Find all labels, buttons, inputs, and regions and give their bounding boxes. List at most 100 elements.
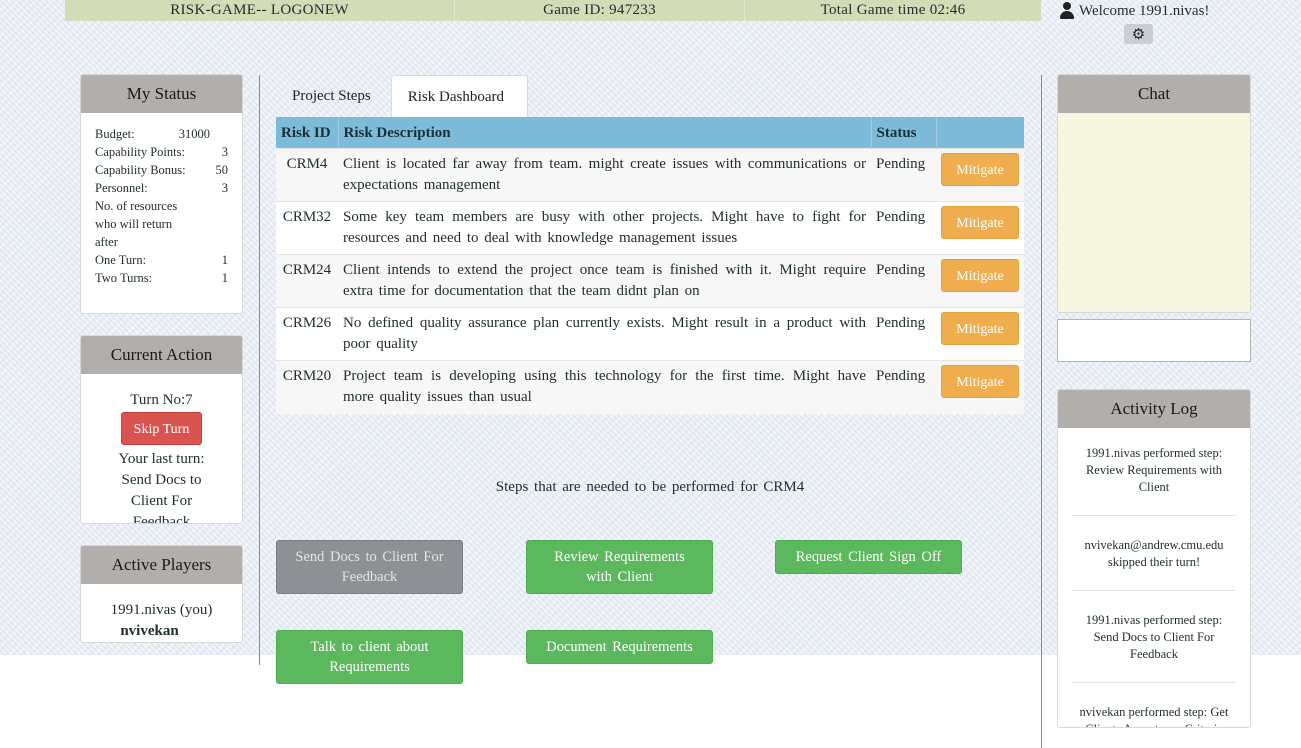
game-time: Total Game time 02:46 (820, 2, 966, 18)
log-item: nvivekan performed step: Get Clients Acc… (1079, 705, 1229, 727)
tab-project-steps[interactable]: Project Steps (276, 75, 387, 118)
table-row: CRM24 Client intends to extend the proje… (276, 254, 1024, 308)
table-row: CRM20 Project team is developing using t… (276, 360, 1024, 414)
turn-number: Turn No:7 (130, 392, 193, 408)
skip-turn-button[interactable]: Skip Turn (120, 412, 203, 445)
left-divider (259, 75, 260, 665)
status-row-two-turns: Two Turns: 1 (95, 269, 228, 287)
risk-status: Pending (871, 148, 936, 202)
note-line: after (95, 235, 118, 249)
active-players-title: Active Players (81, 546, 242, 584)
table-row: CRM26 No defined quality assurance plan … (276, 307, 1024, 361)
risk-id: CRM32 (276, 201, 338, 255)
risk-description: No defined quality assurance plan curren… (338, 307, 871, 361)
risk-action-cell: Mitigate (936, 201, 1024, 255)
chat-title: Chat (1058, 75, 1250, 113)
status-label: Personnel: (95, 181, 148, 195)
chat-input[interactable] (1057, 319, 1251, 362)
steps-title: Steps that are needed to be performed fo… (495, 479, 805, 495)
status-list: Budget: 31000 Capability Points: 3 Capab… (81, 113, 242, 299)
status-row-one-turn: One Turn: 1 (95, 251, 228, 269)
active-players-panel: Active Players 1991.nivas (you) nvivekan (80, 545, 243, 643)
chat-messages (1058, 113, 1250, 312)
risk-id: CRM26 (276, 307, 338, 361)
last-turn-label: Your last turn: (118, 451, 205, 467)
last-turn-value: Send Docs to Client For Feedback (121, 472, 202, 524)
player-item: 1991.nivas (you) (110, 602, 213, 618)
status-value: 1 (221, 271, 228, 285)
risk-description: Some key team members are busy with othe… (338, 201, 871, 255)
step-button-send-docs[interactable]: Send Docs to Client For Feedback (276, 540, 463, 594)
risk-action-cell: Mitigate (936, 360, 1024, 414)
log-item: 1991.nivas performed step: Send Docs to … (1072, 609, 1236, 683)
risk-status: Pending (871, 254, 936, 308)
risk-action-cell: Mitigate (936, 148, 1024, 202)
activity-log-panel: Activity Log 1991.nivas performed step: … (1057, 389, 1251, 728)
current-action-panel: Current Action Turn No:7 Skip Turn Your … (80, 335, 243, 524)
player-item: nvivekan (120, 623, 179, 639)
status-label: Two Turns: (95, 271, 153, 285)
status-value: 50 (215, 163, 229, 177)
players-list: 1991.nivas (you) nvivekan (81, 584, 242, 642)
tab-risk-dashboard[interactable]: Risk Dashboard (390, 75, 528, 118)
table-header-row: Risk ID Risk Description Status (276, 117, 1024, 149)
status-label: Capability Points: (95, 145, 185, 159)
risk-status: Pending (871, 201, 936, 255)
status-value: 3 (221, 181, 228, 195)
risk-id: CRM20 (276, 360, 338, 414)
gear-icon: ⚙ (1131, 26, 1146, 43)
my-status-title: My Status (81, 75, 242, 113)
right-divider (1041, 75, 1042, 748)
status-value: 3 (221, 145, 228, 159)
main-tabs: Project Steps Risk Dashboard (276, 75, 528, 118)
welcome-area: Welcome 1991.nivas! (1059, 2, 1209, 20)
column-header-description: Risk Description (338, 117, 872, 149)
current-action-body: Turn No:7 Skip Turn Your last turn: Send… (81, 374, 242, 524)
column-header-action (936, 117, 1024, 149)
status-label: Capability Bonus: (95, 163, 186, 177)
status-row-personnel: Personnel: 3 (95, 179, 228, 197)
risk-status: Pending (871, 360, 936, 414)
step-button-document-requirements[interactable]: Document Requirements (526, 630, 713, 664)
log-item: 1991.nivas performed step: Review Requir… (1072, 442, 1236, 516)
settings-button[interactable]: ⚙ (1124, 24, 1153, 44)
column-header-status: Status (871, 117, 937, 149)
risk-description: Project team is developing using this te… (338, 360, 871, 414)
my-status-panel: My Status Budget: 31000 Capability Point… (80, 74, 243, 314)
risk-action-cell: Mitigate (936, 254, 1024, 308)
step-button-request-sign-off[interactable]: Request Client Sign Off (775, 540, 962, 574)
note-line: No. of resources (95, 199, 178, 213)
mitigate-button[interactable]: Mitigate (941, 312, 1019, 345)
risk-status: Pending (871, 307, 936, 361)
resources-return-note: No. of resources who will return after (95, 197, 228, 251)
column-header-risk-id: Risk ID (276, 117, 339, 149)
header-bar: RISK-GAME-- LOGONEW Game ID: 947233 Tota… (65, 0, 1041, 21)
mitigate-button[interactable]: Mitigate (941, 153, 1019, 186)
note-line: who will return (95, 217, 173, 231)
activity-log-list: 1991.nivas performed step: Review Requir… (1058, 428, 1250, 727)
status-row-budget: Budget: 31000 (95, 125, 228, 143)
step-button-review-requirements[interactable]: Review Requirements with Client (526, 540, 713, 594)
risk-id: CRM4 (276, 148, 338, 202)
status-value: 31000 (178, 127, 210, 141)
risk-action-cell: Mitigate (936, 307, 1024, 361)
log-item: nvivekan@andrew.cmu.edu skipped their tu… (1072, 534, 1236, 591)
mitigate-button[interactable]: Mitigate (941, 206, 1019, 239)
risk-id: CRM24 (276, 254, 338, 308)
status-label: Budget: (95, 127, 135, 141)
status-value: 1 (221, 253, 228, 267)
mitigate-button[interactable]: Mitigate (941, 259, 1019, 292)
mitigate-button[interactable]: Mitigate (941, 365, 1019, 398)
welcome-text: Welcome 1991.nivas! (1079, 2, 1210, 19)
risk-description: Client intends to extend the project onc… (338, 254, 871, 308)
risk-table: Risk ID Risk Description Status CRM4 Cli… (276, 117, 1024, 414)
table-row: CRM32 Some key team members are busy wit… (276, 201, 1024, 255)
step-button-talk-to-client[interactable]: Talk to client about Requirements (276, 630, 463, 684)
chat-panel: Chat (1057, 74, 1251, 313)
status-label: One Turn: (95, 253, 147, 267)
current-action-title: Current Action (81, 336, 242, 374)
table-row: CRM4 Client is located far away from tea… (276, 148, 1024, 202)
activity-log-title: Activity Log (1058, 390, 1250, 428)
user-icon (1059, 2, 1075, 20)
risk-description: Client is located far away from team. mi… (338, 148, 871, 202)
